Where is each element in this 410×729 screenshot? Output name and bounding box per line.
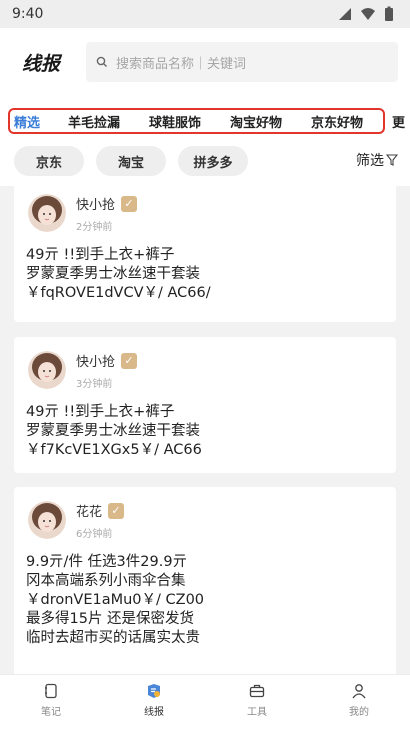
nav-profile-label: 我的	[349, 707, 369, 718]
nav-notes[interactable]: 笔记	[21, 683, 81, 718]
post-content: 9.9亓/件 任选3件29.9亓 冈本高端系列小雨伞合集 ￥dronVE1aMu…	[26, 553, 386, 648]
category-tabs: 精选 羊毛捡漏 球鞋服饰 淘宝好物 京东好物 更	[0, 96, 410, 138]
platform-filter-row: 京东 淘宝 拼多多 筛选	[0, 138, 410, 186]
author-name[interactable]: 快小抢	[76, 351, 115, 370]
post-card[interactable]: 快小抢 ✓ 2分钟前 49亓 !!到手上衣+裤子 罗蒙夏季男士冰丝速干套装 ￥f…	[14, 186, 396, 322]
post-line: 罗蒙夏季男士冰丝速干套装	[26, 423, 200, 439]
verified-badge-icon: ✓	[121, 195, 138, 212]
author-name[interactable]: 快小抢	[76, 194, 115, 213]
tab-featured[interactable]: 精选	[14, 112, 40, 131]
app-header: 线报 搜索商品名称｜关键词	[0, 28, 410, 96]
platform-taobao-button[interactable]: 淘宝	[96, 146, 166, 176]
filter-button[interactable]: 筛选	[356, 150, 398, 170]
platform-pdd-button[interactable]: 拼多多	[178, 146, 248, 176]
post-line: 49亓 !!到手上衣+裤子	[26, 247, 175, 263]
nav-tools-label: 工具	[247, 707, 267, 718]
post-line: 最多得15片 还是保密发货	[26, 611, 195, 627]
nav-profile[interactable]: 我的	[329, 683, 389, 718]
nav-deals[interactable]: 线报	[124, 683, 184, 718]
status-icons	[338, 6, 394, 22]
post-author: 快小抢 ✓	[76, 351, 138, 370]
avatar[interactable]	[28, 501, 66, 539]
tab-sneakers-apparel[interactable]: 球鞋服饰	[149, 112, 201, 131]
post-line: ￥dronVE1aMu0￥/ CZ00	[26, 592, 205, 608]
search-placeholder: 搜索商品名称｜关键词	[116, 56, 247, 72]
tab-bargains[interactable]: 羊毛捡漏	[68, 112, 120, 131]
verified-badge-icon: ✓	[121, 352, 138, 369]
verified-badge-icon: ✓	[108, 502, 125, 519]
post-time: 6分钟前	[76, 529, 113, 540]
status-time: 9:40	[12, 6, 44, 22]
post-card[interactable]: 快小抢 ✓ 3分钟前 49亓 !!到手上衣+裤子 罗蒙夏季男士冰丝速干套装 ￥f…	[14, 337, 396, 473]
tab-taobao-picks[interactable]: 淘宝好物	[230, 112, 282, 131]
platform-jd-button[interactable]: 京东	[14, 146, 84, 176]
nav-notes-label: 笔记	[41, 707, 61, 718]
status-bar: 9:40	[0, 0, 410, 28]
post-time: 2分钟前	[76, 222, 113, 233]
signal-icon	[339, 8, 351, 20]
wifi-icon	[361, 8, 375, 20]
post-card[interactable]: 花花 ✓ 6分钟前 9.9亓/件 任选3件29.9亓 冈本高端系列小雨伞合集 ￥…	[14, 487, 396, 674]
post-content: 49亓 !!到手上衣+裤子 罗蒙夏季男士冰丝速干套装 ￥fqROVE1dVCV￥…	[26, 246, 386, 303]
post-line: 临时去超市买的话属实太贵	[26, 630, 200, 646]
author-name[interactable]: 花花	[76, 501, 102, 520]
post-line: ￥fqROVE1dVCV￥/ AC66/	[26, 285, 211, 301]
nav-deals-label: 线报	[144, 707, 164, 718]
news-icon	[148, 684, 160, 698]
post-line: 罗蒙夏季男士冰丝速干套装	[26, 266, 200, 282]
post-line: 冈本高端系列小雨伞合集	[26, 573, 186, 589]
notebook-icon	[45, 683, 57, 699]
post-content: 49亓 !!到手上衣+裤子 罗蒙夏季男士冰丝速干套装 ￥f7KcVE1XGx5￥…	[26, 403, 386, 460]
post-time: 3分钟前	[76, 379, 113, 390]
tab-jd-picks[interactable]: 京东好物	[311, 112, 363, 131]
post-line: 9.9亓/件 任选3件29.9亓	[26, 554, 188, 570]
avatar[interactable]	[28, 194, 66, 232]
post-line: 49亓 !!到手上衣+裤子	[26, 404, 175, 420]
post-author: 快小抢 ✓	[76, 194, 138, 213]
post-feed: 快小抢 ✓ 2分钟前 49亓 !!到手上衣+裤子 罗蒙夏季男士冰丝速干套装 ￥f…	[0, 186, 410, 674]
filter-label: 筛选	[356, 153, 384, 169]
person-icon	[352, 684, 366, 699]
tab-more[interactable]: 更	[392, 112, 410, 131]
toolbox-icon	[249, 684, 265, 698]
nav-tools[interactable]: 工具	[227, 683, 287, 718]
avatar[interactable]	[28, 351, 66, 389]
app-logo: 线报	[22, 52, 61, 75]
battery-icon	[385, 6, 393, 21]
bottom-nav: 笔记 线报 工具 我的	[0, 674, 410, 729]
post-line: ￥f7KcVE1XGx5￥/ AC66	[26, 442, 202, 458]
search-icon	[96, 56, 107, 67]
post-author: 花花 ✓	[76, 501, 125, 520]
search-input[interactable]: 搜索商品名称｜关键词	[86, 42, 398, 82]
filter-icon	[386, 154, 398, 166]
